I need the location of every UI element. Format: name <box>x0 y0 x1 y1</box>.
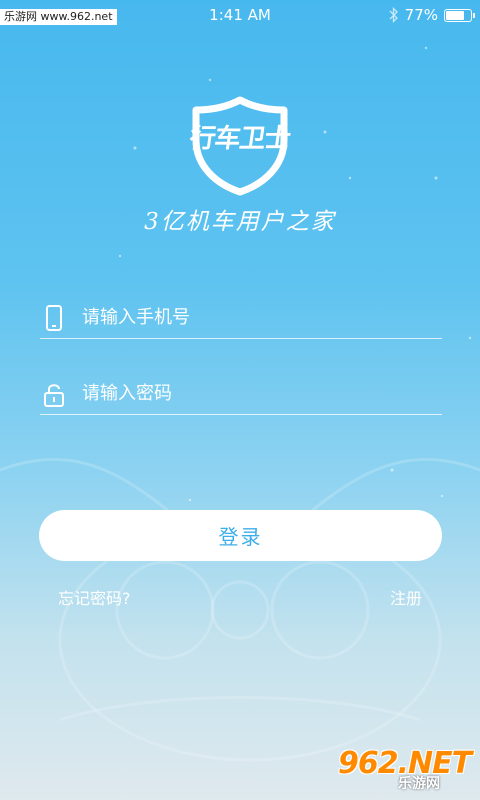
register-link[interactable]: 注册 <box>390 585 422 609</box>
status-bar: 乐游网 www.962.net 1:41 AM 77% <box>0 0 480 30</box>
watermark-name: 乐游网 <box>398 776 440 792</box>
login-button[interactable]: 登录 <box>39 510 442 561</box>
forgot-password-link[interactable]: 忘记密码? <box>58 585 131 609</box>
bluetooth-icon <box>389 7 398 23</box>
phone-field[interactable] <box>40 298 442 339</box>
phone-input[interactable] <box>82 302 422 332</box>
phone-icon <box>46 305 62 331</box>
battery-fill <box>446 10 464 20</box>
bottom-watermark: 962.NET 乐游网 <box>338 746 472 792</box>
battery-percent: 77% <box>404 6 438 24</box>
lock-icon <box>44 384 64 407</box>
password-field[interactable] <box>40 374 442 415</box>
password-input[interactable] <box>82 378 422 408</box>
battery-icon <box>444 8 475 22</box>
slogan: 3亿机车用户之家 <box>144 209 336 235</box>
logo-text: 行车卫士 <box>187 124 292 154</box>
